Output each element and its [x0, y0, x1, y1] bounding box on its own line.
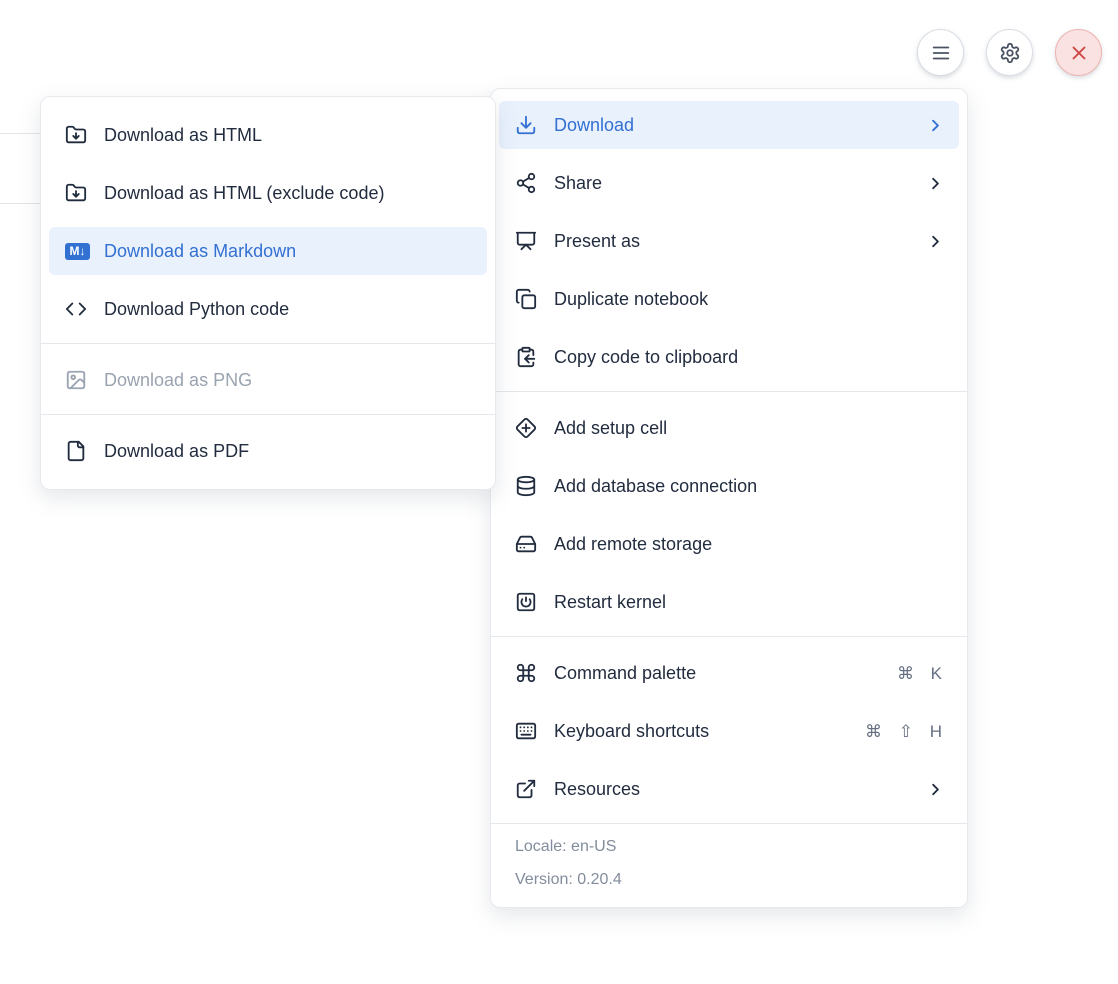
menu-item-label: Copy code to clipboard	[554, 348, 945, 366]
menu-item-label: Download as Markdown	[104, 242, 473, 260]
page-rule	[0, 203, 41, 204]
command-icon	[515, 662, 537, 684]
menu-item-duplicate-notebook[interactable]: Duplicate notebook	[499, 275, 959, 323]
page-rule	[0, 133, 41, 134]
copy-icon	[515, 288, 537, 310]
menu-divider	[491, 391, 967, 392]
menu-item-command-palette[interactable]: Command palette ⌘ K	[499, 649, 959, 697]
menu-item-label: Download as PDF	[104, 442, 473, 460]
menu-divider	[491, 636, 967, 637]
close-button[interactable]	[1055, 29, 1102, 76]
hard-drive-icon	[515, 533, 537, 555]
chevron-right-icon	[926, 232, 945, 251]
menu-item-label: Add setup cell	[554, 419, 945, 437]
share-icon	[515, 172, 537, 194]
menu-item-download-markdown[interactable]: M↓ Download as Markdown	[49, 227, 487, 275]
menu-item-present-as[interactable]: Present as	[499, 217, 959, 265]
chevron-right-icon	[926, 116, 945, 135]
menu-item-label: Restart kernel	[554, 593, 945, 611]
menu-item-label: Download	[554, 116, 926, 134]
hamburger-menu-icon	[930, 42, 952, 64]
menu-item-share[interactable]: Share	[499, 159, 959, 207]
file-icon	[65, 440, 87, 462]
settings-button[interactable]	[986, 29, 1033, 76]
menu-item-label: Download as HTML	[104, 126, 473, 144]
chevron-right-icon	[926, 780, 945, 799]
keyboard-icon	[515, 720, 537, 742]
menu-item-download-python-code[interactable]: Download Python code	[49, 285, 487, 333]
menu-item-restart-kernel[interactable]: Restart kernel	[499, 578, 959, 626]
menu-item-download-html[interactable]: Download as HTML	[49, 111, 487, 159]
menu-item-label: Duplicate notebook	[554, 290, 945, 308]
menu-divider	[41, 343, 495, 344]
menu-footer: Locale: en-US Version: 0.20.4	[491, 823, 967, 905]
markdown-badge-icon: M↓	[65, 243, 90, 260]
code-icon	[65, 298, 87, 320]
power-square-icon	[515, 591, 537, 613]
folder-down-icon	[65, 124, 87, 146]
menu-item-label: Download Python code	[104, 300, 473, 318]
menu-item-add-database-connection[interactable]: Add database connection	[499, 462, 959, 510]
image-icon	[65, 369, 87, 391]
gear-icon	[999, 42, 1021, 64]
presentation-icon	[515, 230, 537, 252]
menu-item-copy-code[interactable]: Copy code to clipboard	[499, 333, 959, 381]
menu-item-resources[interactable]: Resources	[499, 765, 959, 813]
menu-item-keyboard-shortcuts[interactable]: Keyboard shortcuts ⌘ ⇧ H	[499, 707, 959, 755]
menu-item-label: Download as PNG	[104, 371, 473, 389]
menu-button[interactable]	[917, 29, 964, 76]
menu-item-download-html-exclude-code[interactable]: Download as HTML (exclude code)	[49, 169, 487, 217]
database-icon	[515, 475, 537, 497]
menu-item-add-setup-cell[interactable]: Add setup cell	[499, 404, 959, 452]
chevron-right-icon	[926, 174, 945, 193]
clipboard-copy-icon	[515, 346, 537, 368]
menu-item-label: Command palette	[554, 664, 897, 682]
menu-item-download-pdf[interactable]: Download as PDF	[49, 427, 487, 475]
menu-item-download-png[interactable]: Download as PNG	[49, 356, 487, 404]
menu-item-label: Add remote storage	[554, 535, 945, 553]
menu-item-label: Add database connection	[554, 477, 945, 495]
folder-down-icon	[65, 182, 87, 204]
keyboard-shortcut-hint: ⌘ K	[897, 665, 945, 682]
keyboard-shortcut-hint: ⌘ ⇧ H	[865, 723, 945, 740]
close-icon	[1068, 42, 1090, 64]
download-submenu: Download as HTML Download as HTML (exclu…	[40, 96, 496, 490]
menu-item-add-remote-storage[interactable]: Add remote storage	[499, 520, 959, 568]
menu-item-label: Download as HTML (exclude code)	[104, 184, 473, 202]
floating-toolbar	[917, 29, 1102, 76]
locale-text: Locale: en-US	[515, 835, 943, 859]
version-text: Version: 0.20.4	[515, 868, 943, 892]
menu-item-label: Resources	[554, 780, 926, 798]
download-icon	[515, 114, 537, 136]
menu-divider	[41, 414, 495, 415]
menu-item-label: Keyboard shortcuts	[554, 722, 865, 740]
notebook-actions-menu: Download Share Present as Duplicate note…	[490, 88, 968, 908]
menu-item-label: Present as	[554, 232, 926, 250]
menu-item-label: Share	[554, 174, 926, 192]
external-link-icon	[515, 778, 537, 800]
menu-item-download[interactable]: Download	[499, 101, 959, 149]
diamond-plus-icon	[515, 417, 537, 439]
